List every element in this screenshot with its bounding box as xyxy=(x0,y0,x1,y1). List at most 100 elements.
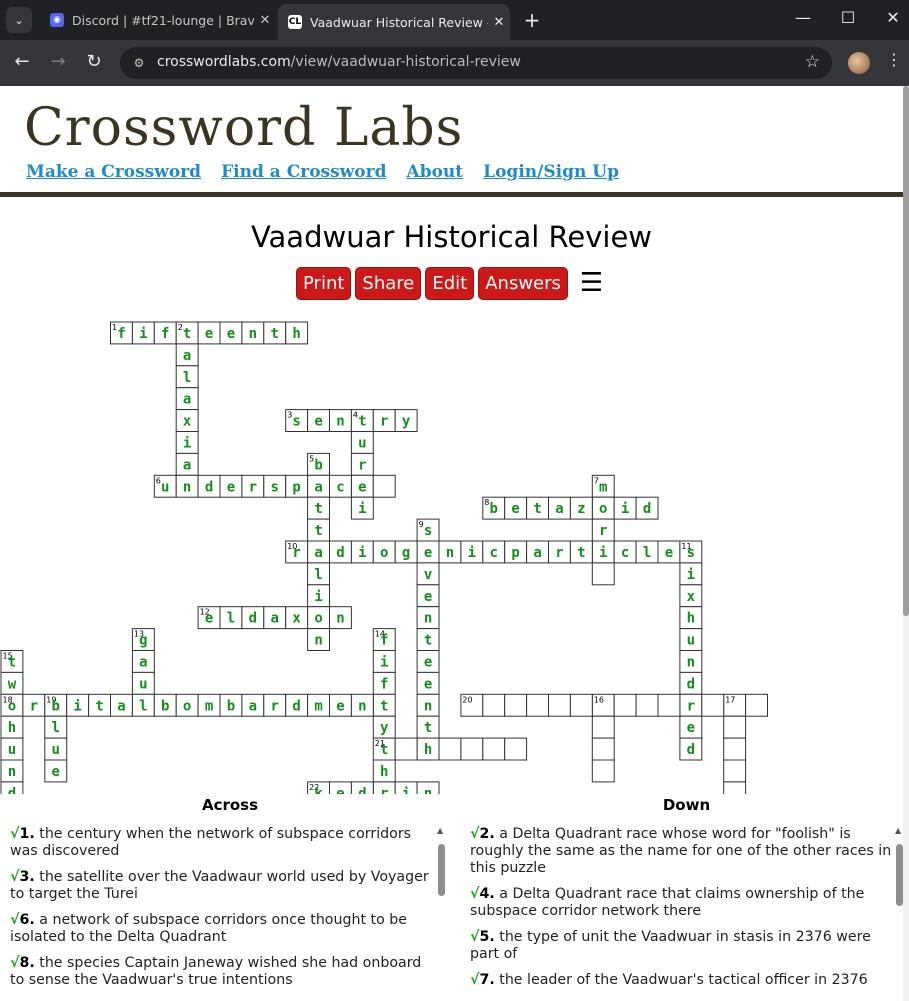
grid-cell[interactable]: d xyxy=(241,606,265,630)
down-scrollbar[interactable]: ▲ xyxy=(894,826,903,1001)
grid-cell[interactable]: 10r xyxy=(285,540,309,564)
grid-cell[interactable]: i xyxy=(131,321,155,345)
clue-across-6[interactable]: √6. a network of subspace corridors once… xyxy=(10,912,430,946)
clue-across-1[interactable]: √1. the century when the network of subs… xyxy=(10,826,430,860)
grid-cell[interactable]: t xyxy=(526,496,549,520)
grid-cell[interactable]: h xyxy=(285,321,309,345)
grid-cell[interactable]: u xyxy=(679,628,703,652)
grid-cell[interactable] xyxy=(591,759,615,783)
grid-cell[interactable]: i xyxy=(394,781,418,794)
page-scrollbar-thumb[interactable] xyxy=(903,86,909,616)
grid-cell-box[interactable] xyxy=(723,759,747,783)
grid-cell[interactable] xyxy=(394,737,418,761)
grid-cell[interactable]: 2t xyxy=(175,321,199,345)
edit-button[interactable]: Edit xyxy=(425,267,475,300)
grid-cell[interactable]: h xyxy=(679,606,703,630)
close-window-icon[interactable]: ✕ xyxy=(870,8,909,27)
print-button[interactable]: Print xyxy=(296,267,352,300)
site-logo[interactable]: Crossword Labs xyxy=(24,98,463,158)
browser-menu-icon[interactable]: ⋮ xyxy=(886,50,902,69)
grid-cell[interactable]: r xyxy=(548,540,571,564)
grid-cell[interactable]: e xyxy=(679,715,703,739)
grid-cell[interactable]: h xyxy=(0,715,24,739)
grid-cell[interactable] xyxy=(482,693,506,717)
tab-search-button[interactable]: ⌄ xyxy=(6,7,32,33)
grid-cell-box[interactable] xyxy=(526,693,549,717)
scroll-up-icon[interactable]: ▲ xyxy=(895,826,901,835)
grid-cell-box[interactable] xyxy=(548,693,571,717)
grid-cell[interactable] xyxy=(745,693,768,717)
grid-cell[interactable]: 15t xyxy=(0,650,24,673)
grid-cell[interactable]: f xyxy=(372,671,396,695)
grid-cell[interactable]: t xyxy=(307,496,331,520)
grid-cell[interactable]: i xyxy=(175,431,199,454)
grid-cell[interactable] xyxy=(613,693,637,717)
hamburger-menu-icon[interactable]: ☰ xyxy=(580,267,603,300)
grid-cell[interactable]: n xyxy=(307,628,331,652)
scrollbar-thumb[interactable] xyxy=(896,844,903,906)
grid-cell[interactable]: v xyxy=(416,562,440,586)
new-tab-icon[interactable]: + xyxy=(520,8,544,32)
grid-cell[interactable]: i xyxy=(350,540,374,564)
grid-cell[interactable] xyxy=(701,693,725,717)
grid-cell-box[interactable] xyxy=(657,693,681,717)
grid-cell[interactable]: n xyxy=(329,606,352,630)
grid-cell[interactable]: n xyxy=(175,474,199,498)
grid-cell[interactable]: n xyxy=(0,759,24,783)
grid-cell[interactable]: c xyxy=(329,474,352,498)
grid-cell[interactable]: f xyxy=(153,321,177,345)
grid-cell[interactable]: e xyxy=(416,650,440,673)
close-tab-icon[interactable]: ✕ xyxy=(488,15,510,30)
grid-cell[interactable]: n xyxy=(416,606,440,630)
grid-cell[interactable]: a xyxy=(548,496,571,520)
reload-icon[interactable]: ↻ xyxy=(82,51,106,72)
grid-cell[interactable]: d xyxy=(679,671,703,695)
minimize-icon[interactable]: — xyxy=(780,8,826,27)
address-bar[interactable]: ⚙ crosswordlabs.com/view/vaadwuar-histor… xyxy=(120,47,832,79)
grid-cell[interactable]: l xyxy=(307,562,331,586)
grid-cell[interactable]: r xyxy=(350,452,374,476)
grid-cell[interactable]: a xyxy=(307,474,331,498)
grid-cell[interactable]: c xyxy=(482,540,506,564)
grid-cell[interactable]: p xyxy=(285,474,309,498)
grid-cell[interactable] xyxy=(569,693,593,717)
grid-cell-box[interactable] xyxy=(504,737,528,761)
grid-cell[interactable]: s xyxy=(263,474,287,498)
scrollbar-thumb[interactable] xyxy=(438,844,445,896)
grid-cell[interactable]: u xyxy=(44,737,68,761)
grid-cell[interactable]: t xyxy=(88,693,111,717)
grid-cell[interactable] xyxy=(657,693,681,717)
grid-cell[interactable]: e xyxy=(350,474,374,498)
grid-cell[interactable]: i xyxy=(66,693,90,717)
maximize-icon[interactable]: ☐ xyxy=(825,8,871,27)
bookmark-star-icon[interactable]: ☆ xyxy=(805,52,820,72)
grid-cell[interactable]: u xyxy=(131,671,155,695)
grid-cell-box[interactable] xyxy=(591,715,615,739)
grid-cell[interactable]: i xyxy=(613,496,637,520)
grid-cell[interactable]: 13g xyxy=(131,628,155,652)
grid-cell[interactable]: r xyxy=(241,474,265,498)
grid-cell[interactable]: o xyxy=(307,606,331,630)
grid-cell[interactable]: r xyxy=(679,693,703,717)
grid-cell[interactable] xyxy=(591,715,615,739)
grid-cell[interactable]: r xyxy=(591,518,615,542)
grid-cell[interactable] xyxy=(723,759,747,783)
grid-cell[interactable] xyxy=(591,562,615,586)
grid-cell[interactable] xyxy=(723,781,747,794)
grid-cell-box[interactable] xyxy=(482,737,506,761)
grid-cell[interactable]: n xyxy=(241,321,265,345)
grid-cell[interactable]: w xyxy=(0,671,24,695)
grid-cell[interactable]: u xyxy=(0,737,24,761)
grid-cell[interactable]: y xyxy=(394,409,418,432)
grid-cell[interactable]: 6u xyxy=(153,474,177,498)
grid-cell[interactable]: i xyxy=(460,540,484,564)
grid-cell[interactable]: d xyxy=(285,693,309,717)
clue-down-4[interactable]: √4. a Delta Quadrant race that claims ow… xyxy=(470,886,892,920)
grid-cell[interactable]: l xyxy=(131,693,155,717)
grid-cell-box[interactable] xyxy=(613,693,637,717)
grid-cell-box[interactable] xyxy=(372,474,396,498)
grid-cell[interactable]: 8b xyxy=(482,496,506,520)
grid-cell[interactable]: n xyxy=(329,409,352,432)
grid-cell[interactable] xyxy=(372,474,396,498)
grid-cell[interactable]: m xyxy=(197,693,221,717)
